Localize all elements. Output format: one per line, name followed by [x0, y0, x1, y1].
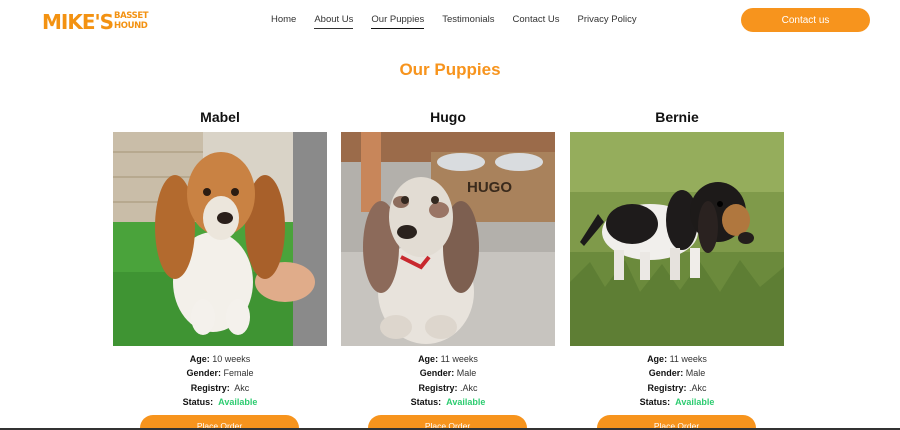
puppy-name: Mabel [200, 109, 240, 125]
section-title: Our Puppies [399, 60, 501, 79]
registry-row: Registry: Akc [113, 381, 327, 395]
gender-value: Male [685, 368, 706, 379]
puppy-photo: HUGO [341, 132, 555, 346]
gender-value: Female [223, 368, 254, 379]
nav-contact-us[interactable]: Contact Us [513, 14, 560, 29]
status-label: Status: [410, 396, 442, 407]
status-badge: Available [218, 396, 258, 407]
age-row: Age: 11 weeks [570, 352, 784, 366]
age-value: 10 weeks [212, 354, 251, 364]
age-row: Age: 10 weeks [113, 352, 327, 366]
puppy-card-bernie: Bernie Age: 11 weeks Gender: Male Regist… [570, 108, 784, 430]
status-badge: Available [675, 396, 715, 407]
age-row: Age: 11 weeks [341, 352, 555, 366]
age-label: Age: [647, 354, 668, 364]
puppy-details: Age: 11 weeks Gender: Male Registry: .Ak… [570, 352, 784, 409]
nav-testimonials[interactable]: Testimonials [442, 14, 494, 29]
gender-row: Gender: Female [113, 366, 327, 380]
registry-value: .Akc [689, 382, 707, 393]
nav-our-puppies[interactable]: Our Puppies [371, 14, 425, 29]
status-row: Status: Available [570, 395, 784, 409]
logo-sub-line-2: HOUND [114, 21, 148, 31]
gender-value: Male [456, 368, 477, 379]
status-row: Status: Available [113, 395, 327, 409]
age-label: Age: [189, 354, 210, 364]
puppy-card-hugo: Hugo HUGO Age: 11 weeks Gender: Male Reg… [341, 108, 555, 430]
gender-label: Gender: [419, 368, 455, 379]
logo-main-text: MIKE'S [42, 10, 114, 34]
registry-label: Registry: [418, 382, 458, 393]
puppy-photo [570, 132, 784, 346]
status-badge: Available [446, 396, 486, 407]
site-header: MIKE'S BASSET HOUND Home About Us Our Pu… [0, 0, 900, 42]
nav-home[interactable]: Home [271, 14, 296, 29]
nav-privacy-policy[interactable]: Privacy Policy [578, 14, 637, 29]
gender-label: Gender: [648, 368, 684, 379]
logo-sub-line-1: BASSET [114, 11, 149, 21]
puppy-name: Bernie [655, 109, 699, 125]
logo-sub-text: BASSET HOUND [114, 11, 149, 31]
gender-label: Gender: [186, 368, 221, 379]
age-label: Age: [418, 354, 439, 364]
age-value: 11 weeks [440, 354, 478, 364]
gender-row: Gender: Male [570, 366, 784, 380]
contact-us-button[interactable]: Contact us [741, 8, 870, 32]
site-logo[interactable]: MIKE'S BASSET HOUND [42, 10, 149, 34]
age-value: 11 weeks [669, 354, 707, 364]
registry-value: .Akc [460, 382, 478, 393]
puppy-details: Age: 11 weeks Gender: Male Registry: .Ak… [341, 352, 555, 409]
status-label: Status: [182, 396, 214, 407]
bowl-label-text: HUGO [467, 179, 512, 196]
gender-row: Gender: Male [341, 366, 555, 380]
status-label: Status: [639, 396, 671, 407]
registry-value: Akc [234, 382, 250, 393]
registry-label: Registry: [647, 382, 687, 393]
puppy-details: Age: 10 weeks Gender: Female Registry: A… [113, 352, 327, 409]
nav-about-us[interactable]: About Us [314, 14, 354, 29]
main-nav: Home About Us Our Puppies Testimonials C… [271, 14, 655, 29]
registry-label: Registry: [190, 382, 230, 393]
puppy-photo [113, 132, 327, 346]
registry-row: Registry: .Akc [341, 381, 555, 395]
puppy-name: Hugo [430, 109, 466, 125]
puppy-card-mabel: Mabel Age: 10 weeks Gender: Female Regis… [113, 108, 327, 430]
registry-row: Registry: .Akc [570, 381, 784, 395]
status-row: Status: Available [341, 395, 555, 409]
